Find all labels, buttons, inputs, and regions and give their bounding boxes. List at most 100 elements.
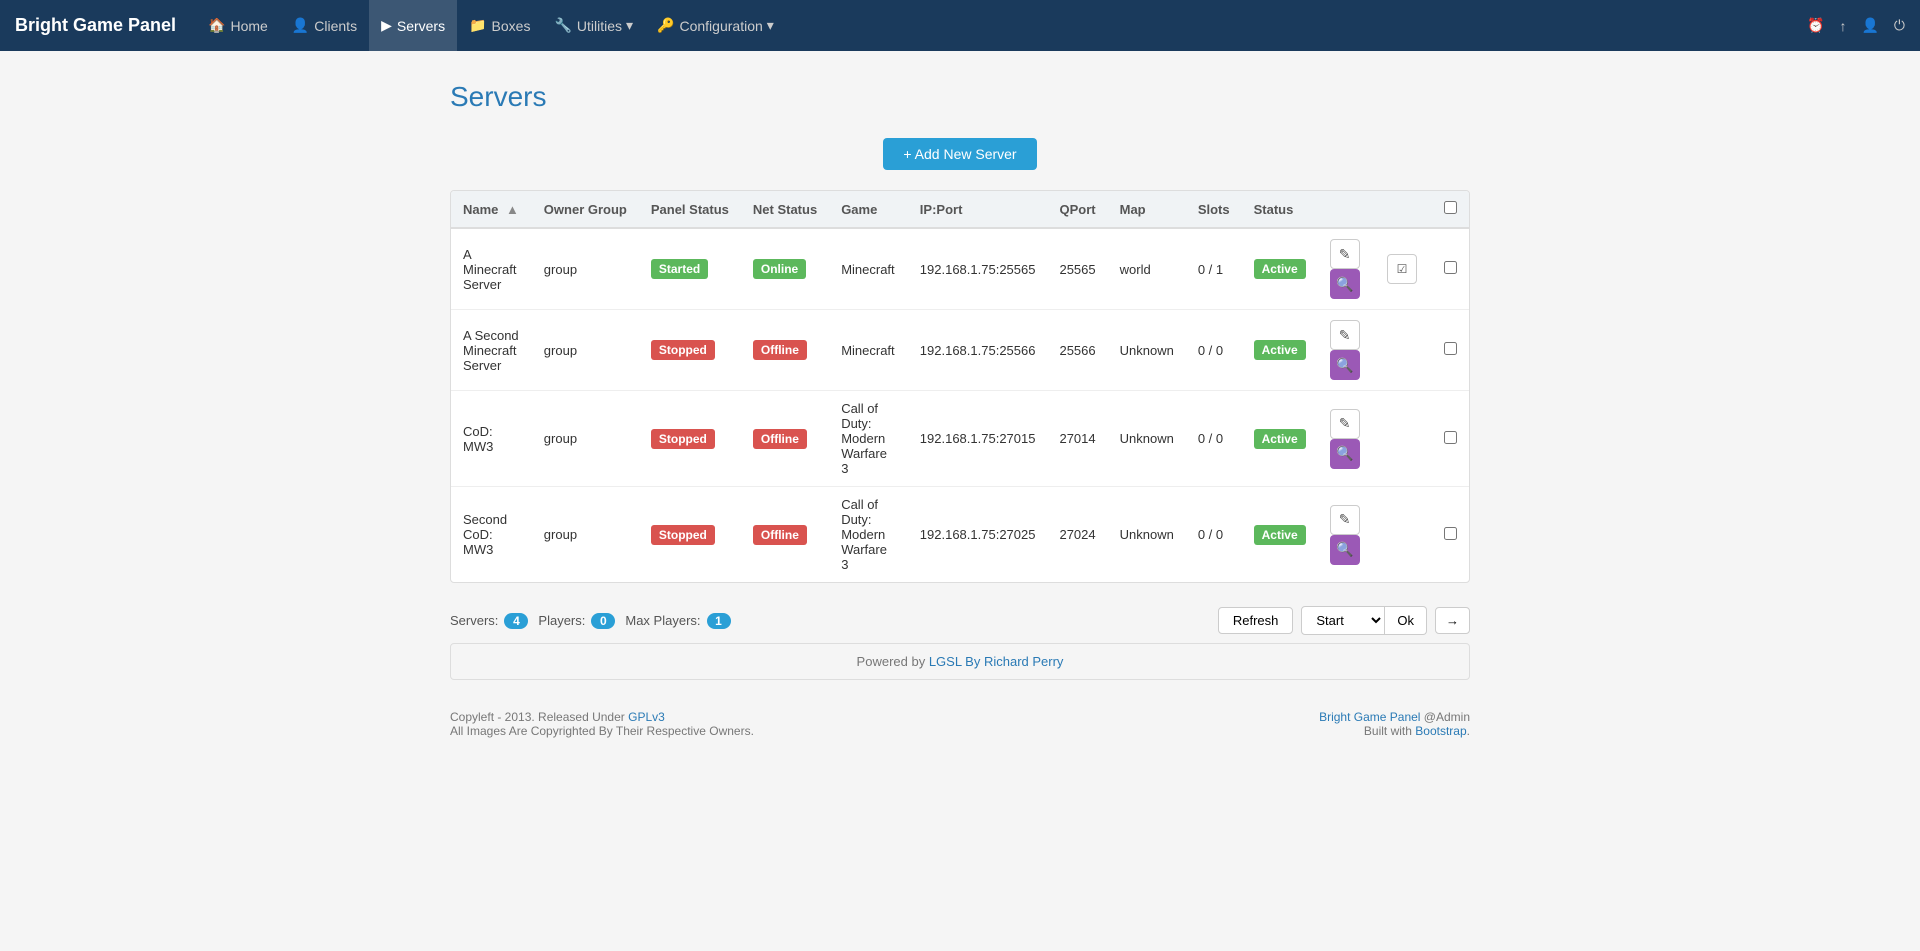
footer-right-text: Bright Game Panel @Admin Built with Boot… [1319,710,1470,738]
user-icon[interactable]: 👤 [1861,17,1878,34]
page-footer: Copyleft - 2013. Released Under GPLv3 Al… [450,710,1470,738]
cell-game-0: Minecraft [829,228,908,310]
header-row: Name ▲ Owner Group Panel Status Net Stat… [451,191,1469,228]
table-header: Name ▲ Owner Group Panel Status Net Stat… [451,191,1469,228]
cell-game-2: Call of Duty: Modern Warfare 3 [829,391,908,487]
lgsl-link[interactable]: LGSL By Richard Perry [929,654,1064,669]
main-content: Servers + Add New Server Name ▲ Owner Gr… [410,51,1510,768]
sort-arrow-name: ▲ [506,202,519,217]
status-badge-2: Active [1254,429,1306,449]
status-badge-0: Active [1254,259,1306,279]
cell-actions2-0: ☑ [1375,228,1432,310]
power-icon[interactable]: ⏻ [1894,17,1905,34]
col-owner-group: Owner Group [532,191,639,228]
row-checkbox-3[interactable] [1444,527,1457,540]
navbar-right: ⏰ ↑ 👤 ⏻ [1807,17,1905,34]
copyright-line: Copyleft - 2013. Released Under GPLv3 [450,710,754,724]
ok-button[interactable]: Ok [1385,606,1427,635]
search-button-0[interactable]: 🔍 [1330,269,1360,299]
status-badge-3: Active [1254,525,1306,545]
table-row: CoD: MW3 group Stopped Offline Call of D… [451,391,1469,487]
cell-map-2: Unknown [1108,391,1186,487]
edit-button-0[interactable]: ✎ [1330,239,1360,269]
nav-label-configuration: Configuration [679,18,762,34]
col-name[interactable]: Name ▲ [451,191,532,228]
edit-button-2[interactable]: ✎ [1330,409,1360,439]
nav-link-configuration[interactable]: 🔑 Configuration ▾ [645,0,786,51]
edit-button-1[interactable]: ✎ [1330,320,1360,350]
bootstrap-link[interactable]: Bootstrap [1415,724,1466,738]
row-checkbox-2[interactable] [1444,431,1457,444]
panel-status-badge-0: Started [651,259,708,279]
cell-actions2-2 [1375,391,1432,487]
clients-icon: 👤 [292,17,309,34]
cell-owner-3: group [532,487,639,583]
cell-net-status-1: Offline [741,310,829,391]
servers-table: Name ▲ Owner Group Panel Status Net Stat… [451,191,1469,582]
row-checkbox-1[interactable] [1444,342,1457,355]
search-button-1[interactable]: 🔍 [1330,350,1360,380]
images-text: All Images Are Copyrighted By Their Resp… [450,724,754,738]
clock-icon[interactable]: ⏰ [1807,17,1824,34]
images-line: All Images Are Copyrighted By Their Resp… [450,724,754,738]
nav-link-utilities[interactable]: 🔧 Utilities ▾ [542,0,645,51]
built-with-line: Built with Bootstrap. [1319,724,1470,738]
select-all-checkbox[interactable] [1444,201,1457,214]
cell-status-2: Active [1242,391,1318,487]
cell-checkbox-1 [1432,310,1469,391]
page-title: Servers [450,81,1470,113]
cell-game-3: Call of Duty: Modern Warfare 3 [829,487,908,583]
col-slots: Slots [1186,191,1242,228]
period: . [1467,724,1470,738]
arrow-button[interactable]: → [1435,607,1470,634]
cell-qport-3: 27024 [1047,487,1107,583]
cell-checkbox-0 [1432,228,1469,310]
table-row: Second CoD: MW3 group Stopped Offline Ca… [451,487,1469,583]
app-admin-line: Bright Game Panel @Admin [1319,710,1470,724]
cell-ip-port-3: 192.168.1.75:27025 [908,487,1048,583]
row-checkbox-0[interactable] [1444,261,1457,274]
cell-owner-2: group [532,391,639,487]
col-actions-1 [1318,191,1375,228]
cell-slots-3: 0 / 0 [1186,487,1242,583]
nav-label-clients: Clients [314,18,357,34]
cell-status-0: Active [1242,228,1318,310]
servers-tbody: A Minecraft Server group Started Online … [451,228,1469,582]
panel-status-badge-2: Stopped [651,429,715,449]
check-button-0[interactable]: ☑ [1387,254,1417,284]
nav-label-boxes: Boxes [492,18,531,34]
nav-item-utilities: 🔧 Utilities ▾ [542,0,645,51]
cell-qport-0: 25565 [1047,228,1107,310]
license-link[interactable]: GPLv3 [628,710,665,724]
brand-link[interactable]: Bright Game Panel [15,15,176,36]
cell-qport-1: 25566 [1047,310,1107,391]
utilities-icon: 🔧 [554,17,571,34]
refresh-button[interactable]: Refresh [1218,607,1294,634]
cell-map-0: world [1108,228,1186,310]
edit-button-3[interactable]: ✎ [1330,505,1360,535]
panel-status-badge-1: Stopped [651,340,715,360]
col-net-status: Net Status [741,191,829,228]
home-icon: 🏠 [208,17,225,34]
nav-link-servers[interactable]: ▶ Servers [369,0,457,51]
admin-text: @Admin [1420,710,1470,724]
footer-left: Copyleft - 2013. Released Under GPLv3 Al… [450,710,754,738]
upload-icon[interactable]: ↑ [1839,18,1846,34]
app-name-link[interactable]: Bright Game Panel [1319,710,1420,724]
net-status-badge-0: Online [753,259,806,279]
nav-link-clients[interactable]: 👤 Clients [280,0,369,51]
footer-stats-bar: Servers: 4 Players: 0 Max Players: 1 Ref… [450,598,1470,643]
nav-label-servers: Servers [397,18,445,34]
search-button-2[interactable]: 🔍 [1330,439,1360,469]
nav-item-boxes: 📁 Boxes [457,0,542,51]
action-select[interactable]: Start Stop Restart Delete [1301,606,1385,635]
search-button-3[interactable]: 🔍 [1330,535,1360,565]
status-badge-1: Active [1254,340,1306,360]
cell-panel-status-0: Started [639,228,741,310]
add-new-server-button[interactable]: + Add New Server [883,138,1036,170]
nav-link-home[interactable]: 🏠 Home [196,0,280,51]
cell-ip-port-1: 192.168.1.75:25566 [908,310,1048,391]
nav-link-boxes[interactable]: 📁 Boxes [457,0,542,51]
table-row: A Second Minecraft Server group Stopped … [451,310,1469,391]
col-checkbox [1432,191,1469,228]
